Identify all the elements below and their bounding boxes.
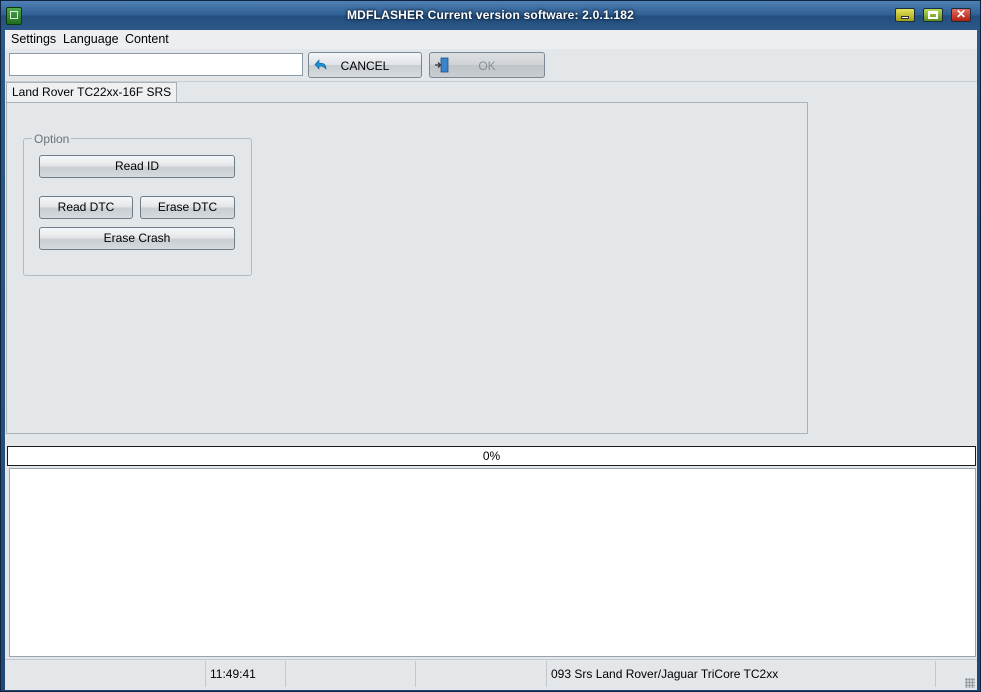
menu-bar: Settings Language Content xyxy=(5,30,977,49)
client-area: Settings Language Content CANCEL OK Land… xyxy=(5,30,977,690)
option-groupbox: Option Read ID Read DTC Erase DTC Erase … xyxy=(23,132,252,276)
minimize-button[interactable] xyxy=(895,8,915,22)
close-icon: ✕ xyxy=(955,7,967,21)
status-module: 093 Srs Land Rover/Jaguar TriCore TC2xx xyxy=(546,661,936,687)
menu-language[interactable]: Language xyxy=(63,32,119,46)
menu-settings[interactable]: Settings xyxy=(11,32,56,46)
progress-bar: 0% xyxy=(7,446,976,466)
cancel-button[interactable]: CANCEL xyxy=(308,52,422,78)
menu-content[interactable]: Content xyxy=(125,32,169,46)
maximize-button[interactable] xyxy=(923,8,943,22)
app-window: MDFLASHER Current version software: 2.0.… xyxy=(0,0,981,692)
erase-dtc-button[interactable]: Erase DTC xyxy=(140,196,235,219)
tab-panel: Option Read ID Read DTC Erase DTC Erase … xyxy=(6,102,808,434)
ok-button[interactable]: OK xyxy=(429,52,545,78)
window-title: MDFLASHER Current version software: 2.0.… xyxy=(346,8,635,22)
status-cell-1 xyxy=(5,661,206,687)
toolbar: CANCEL OK xyxy=(5,49,977,82)
read-id-button[interactable]: Read ID xyxy=(39,155,235,178)
ok-label: OK xyxy=(478,59,496,73)
status-cell-3 xyxy=(286,661,416,687)
resize-grip-icon[interactable] xyxy=(965,678,975,688)
status-bar: 11:49:41 093 Srs Land Rover/Jaguar TriCo… xyxy=(5,659,977,690)
title-bar[interactable]: MDFLASHER Current version software: 2.0.… xyxy=(1,1,980,30)
cancel-label: CANCEL xyxy=(340,59,390,73)
log-area[interactable] xyxy=(9,468,976,657)
option-legend: Option xyxy=(32,132,72,146)
search-input[interactable] xyxy=(9,53,303,76)
read-dtc-button[interactable]: Read DTC xyxy=(39,196,133,219)
tab-land-rover-srs[interactable]: Land Rover TC22xx-16F SRS xyxy=(6,82,178,102)
status-time: 11:49:41 xyxy=(206,661,286,687)
erase-crash-button[interactable]: Erase Crash xyxy=(39,227,235,250)
close-button[interactable]: ✕ xyxy=(951,7,971,22)
